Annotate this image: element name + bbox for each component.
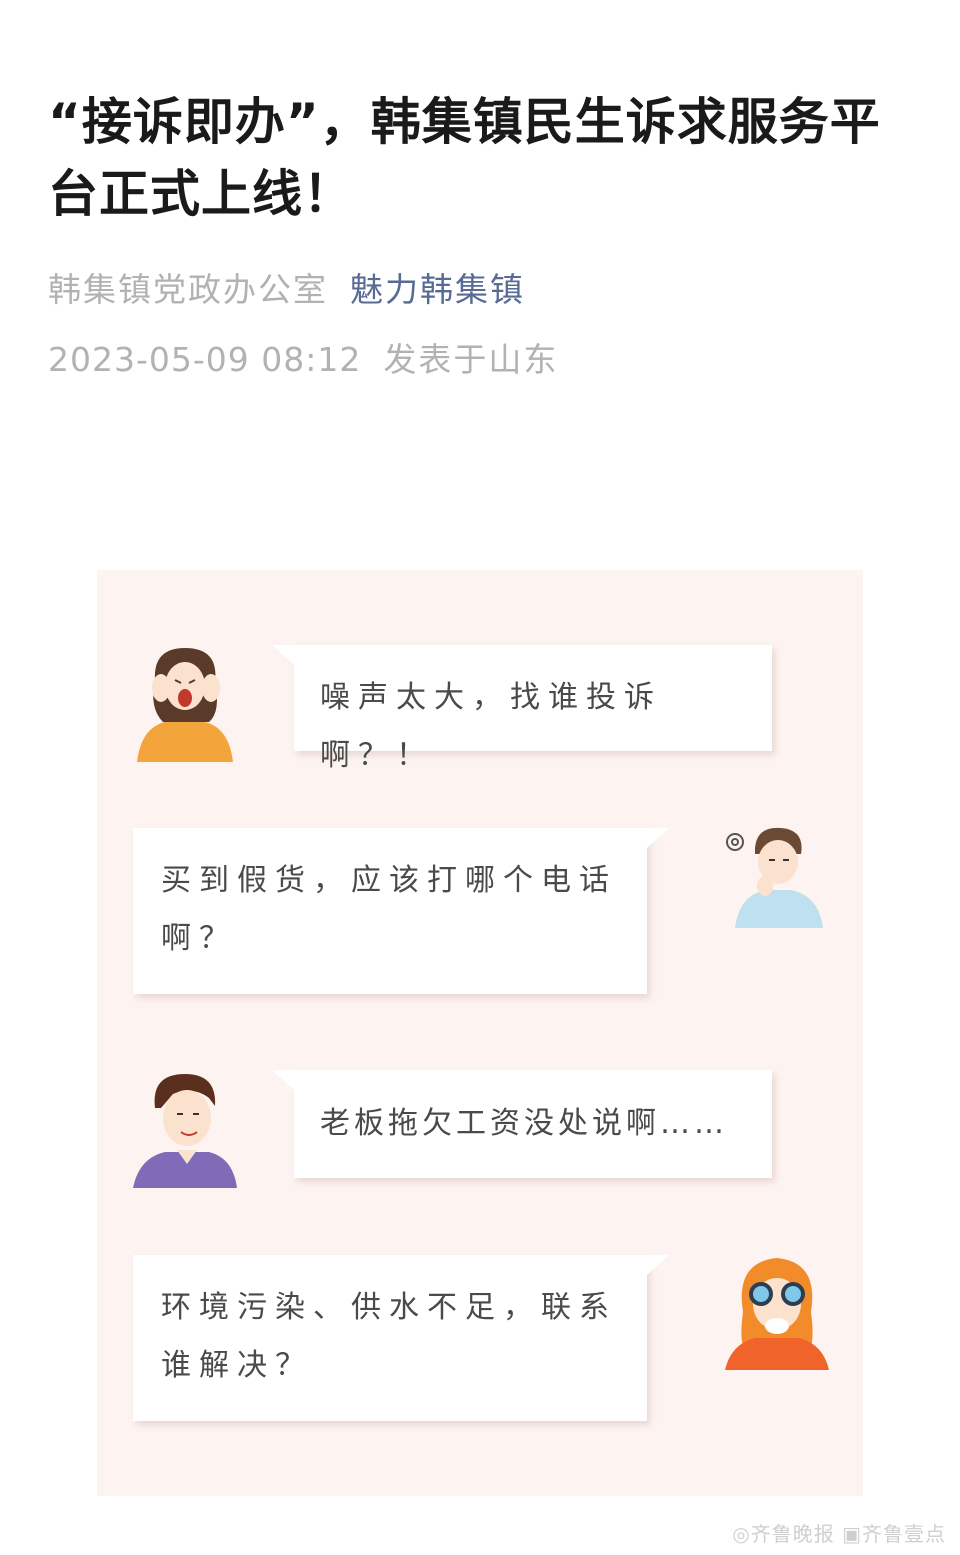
screaming-woman-avatar [137,648,233,762]
thinking-man-avatar [726,827,823,928]
speech-text: 环境污染、供水不足，联系谁解决？ [161,1290,617,1383]
publish-datetime: 2023-05-09 08:12 [48,340,362,379]
article-source-line: 韩集镇党政办公室 魅力韩集镇 [48,268,525,312]
speech-text: 老板拖欠工资没处说啊…… [320,1106,728,1141]
speech-text: 买到假货，应该打哪个电话啊？ [161,863,617,956]
binoculars-girl-avatar [725,1258,829,1370]
publish-location: 发表于山东 [383,340,559,379]
speech-bubble-fake-goods: 买到假货，应该打哪个电话啊？ [133,828,669,994]
article-title: “接诉即办”，韩集镇民生诉求服务平台正式上线！ [48,93,881,223]
speech-text: 噪声太大，找谁投诉啊？！ [320,680,662,773]
speech-bubble-noise: 噪声太大，找谁投诉啊？！ [272,645,772,773]
article-author: 韩集镇党政办公室 [48,270,328,309]
account-link[interactable]: 魅力韩集镇 [350,270,525,309]
illustration-card: 噪声太大，找谁投诉啊？！ 买到假货，应该打哪个电话啊？ 老板拖欠工资没处说啊……… [97,570,863,1496]
watermark: ◎齐鲁晚报 ▣齐鲁壹点 [732,1522,946,1546]
speech-bubble-environment: 环境污染、供水不足，联系谁解决？ [133,1255,669,1421]
speech-bubble-wages: 老板拖欠工资没处说啊…… [272,1070,772,1178]
article-date-line: 2023-05-09 08:12 发表于山东 [48,338,558,382]
smiling-man-avatar [133,1074,237,1188]
